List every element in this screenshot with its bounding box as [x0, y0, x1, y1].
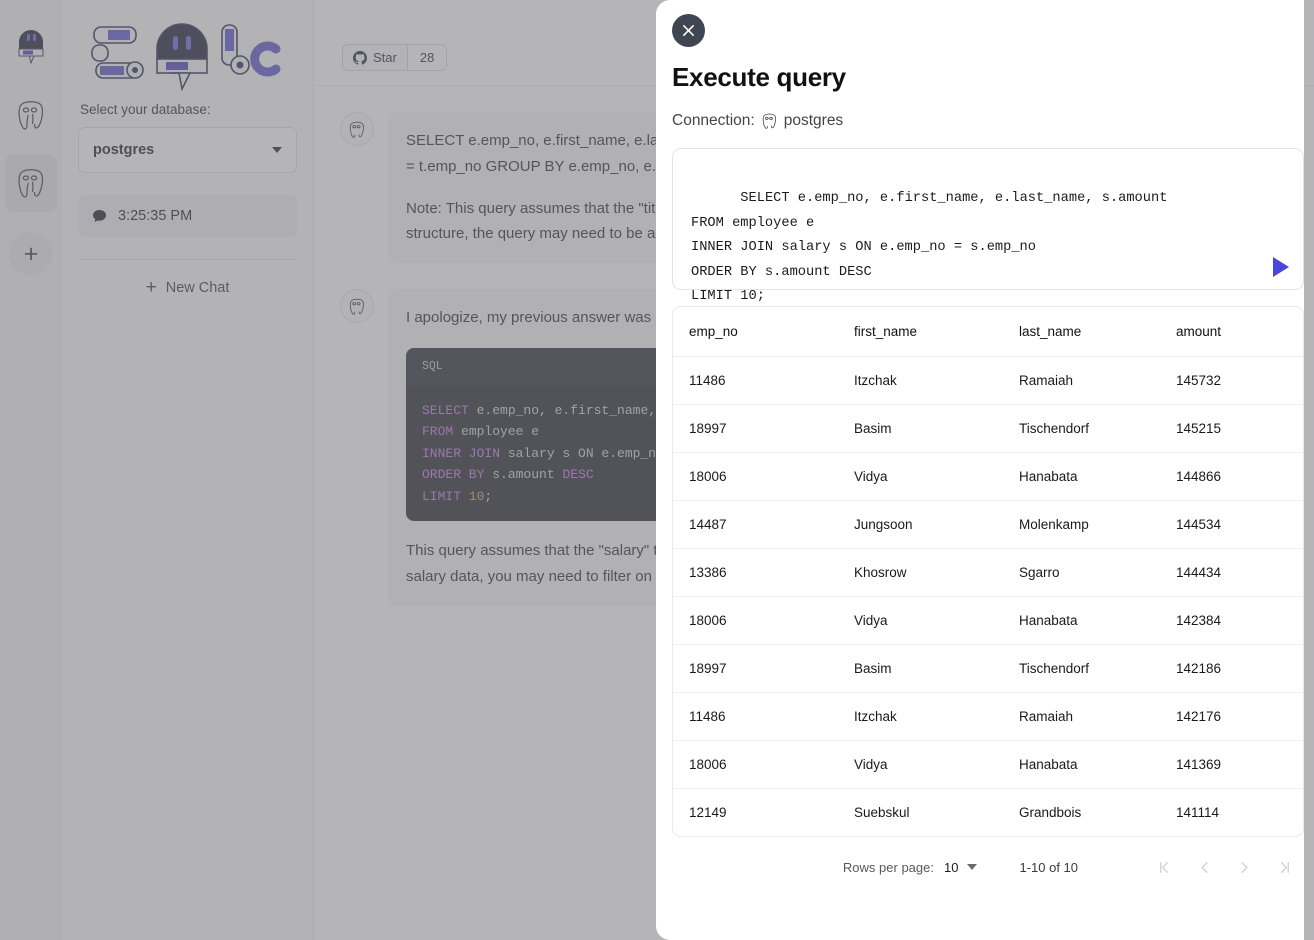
table-cell-emp-no: 18006 [673, 740, 838, 789]
column-header-last-name: last_name [1003, 307, 1160, 357]
close-button[interactable] [672, 14, 705, 47]
last-page-button[interactable] [1264, 852, 1304, 882]
connection-info: Connection: postgres [672, 112, 843, 130]
table-header-row: emp_no first_name last_name amount [673, 307, 1303, 357]
table-cell-amount: 142176 [1160, 692, 1303, 741]
previous-page-icon [1200, 861, 1208, 873]
table-head: emp_no first_name last_name amount [673, 307, 1303, 357]
table-cell-last-name: Hanabata [1003, 740, 1160, 789]
screen: + [0, 0, 1314, 940]
connection-label: Connection: [672, 112, 755, 129]
last-page-icon [1280, 861, 1289, 873]
table-row: 18006 Vidya Hanabata 142384 [673, 596, 1303, 645]
table-body: 11486 Itzchak Ramaiah 145732 18997 Basim Tisch… [673, 356, 1303, 837]
table-cell-first-name: Itzchak [838, 692, 1003, 741]
results-table: emp_no first_name last_name amount 11486… [673, 307, 1303, 836]
table-cell-emp-no: 13386 [673, 548, 838, 597]
execute-query-modal: Execute query Connection: postgres SELEC… [656, 0, 1304, 940]
connection-name: postgres [783, 112, 844, 129]
play-icon[interactable] [1273, 257, 1289, 277]
column-header-amount: amount [1160, 307, 1303, 357]
rows-per-page-label: Rows per page: [842, 859, 934, 875]
table-cell-emp-no: 18997 [673, 644, 838, 693]
previous-page-button[interactable] [1184, 852, 1224, 882]
rows-per-page-value: 10 [943, 859, 959, 875]
table-row: 18997 Basim Tischendorf 142186 [673, 644, 1303, 693]
table-cell-amount: 142384 [1160, 596, 1303, 645]
table-cell-first-name: Khosrow [838, 548, 1003, 597]
close-icon [683, 25, 694, 36]
table-cell-last-name: Hanabata [1003, 452, 1160, 501]
pagination: Rows per page: 10 1-10 of 10 [672, 852, 1304, 882]
table-cell-emp-no: 14487 [673, 500, 838, 549]
table-cell-amount: 141369 [1160, 740, 1303, 789]
table-cell-last-name: Ramaiah [1003, 692, 1160, 741]
table-cell-amount: 145215 [1160, 404, 1303, 453]
postgres-icon [762, 113, 776, 129]
table-cell-last-name: Tischendorf [1003, 404, 1160, 453]
first-page-icon [1159, 861, 1168, 873]
table-cell-amount: 144534 [1160, 500, 1303, 549]
next-page-icon [1240, 861, 1248, 873]
table-row: 18006 Vidya Hanabata 144866 [673, 452, 1303, 501]
next-page-button[interactable] [1224, 852, 1264, 882]
table-cell-emp-no: 12149 [689, 805, 727, 820]
table-row: 18006 Vidya Hanabata 141369 [673, 740, 1303, 789]
first-page-button[interactable] [1144, 852, 1184, 882]
table-cell-emp-no: 11486 [673, 356, 838, 405]
table-row: 11486 Itzchak Ramaiah 145732 [673, 356, 1303, 405]
table-cell-last-name: Tischendorf [1003, 644, 1160, 693]
table-cell-amount: 145732 [1160, 356, 1303, 405]
table-cell-last-name: Hanabata [1003, 596, 1160, 645]
table-row: 14487 Jungsoon Molenkamp 144534 [673, 500, 1303, 549]
table-cell-emp-no: 18006 [673, 596, 838, 645]
table-cell-amount: 144866 [1160, 452, 1303, 501]
table-cell-amount: 144434 [1160, 548, 1303, 597]
sql-editor[interactable]: SELECT e.emp_no, e.first_name, e.last_na… [672, 148, 1304, 304]
results-table-container: emp_no first_name last_name amount 11486… [672, 306, 1304, 837]
table-row: 11486 Itzchak Ramaiah 142176 [673, 692, 1303, 741]
sql-editor-content: SELECT e.emp_no, e.first_name, e.last_na… [691, 191, 1168, 304]
table-row: 12149 Suebskul Grandbois 141114 [673, 789, 1303, 837]
page-title: Execute query [672, 62, 846, 92]
table-cell-first-name: Vidya [838, 740, 1003, 789]
rows-per-page-select[interactable]: 10 [943, 859, 978, 875]
table-cell-last-name: Grandbois [1019, 805, 1082, 820]
table-cell-first-name: Basim [838, 404, 1003, 453]
table-cell-emp-no: 11486 [673, 692, 838, 741]
table-cell-first-name: Vidya [838, 452, 1003, 501]
table-cell-amount: 142186 [1160, 644, 1303, 693]
table-cell-first-name: Suebskul [854, 805, 910, 820]
table-cell-emp-no: 18997 [673, 404, 838, 453]
table-cell-emp-no: 18006 [673, 452, 838, 501]
table-cell-first-name: Itzchak [838, 356, 1003, 405]
pagination-range: 1-10 of 10 [1019, 859, 1078, 875]
table-cell-last-name: Sgarro [1003, 548, 1160, 597]
table-cell-last-name: Ramaiah [1003, 356, 1160, 405]
table-row: 13386 Khosrow Sgarro 144434 [673, 548, 1303, 597]
column-header-emp-no: emp_no [673, 307, 838, 357]
column-header-first-name: first_name [838, 307, 1003, 357]
chevron-down-icon [967, 864, 978, 870]
table-cell-first-name: Basim [838, 644, 1003, 693]
table-cell-first-name: Jungsoon [838, 500, 1003, 549]
table-cell-last-name: Molenkamp [1003, 500, 1160, 549]
table-cell-first-name: Vidya [838, 596, 1003, 645]
table-cell-amount: 141114 [1176, 805, 1220, 820]
table-row: 18997 Basim Tischendorf 145215 [673, 404, 1303, 453]
